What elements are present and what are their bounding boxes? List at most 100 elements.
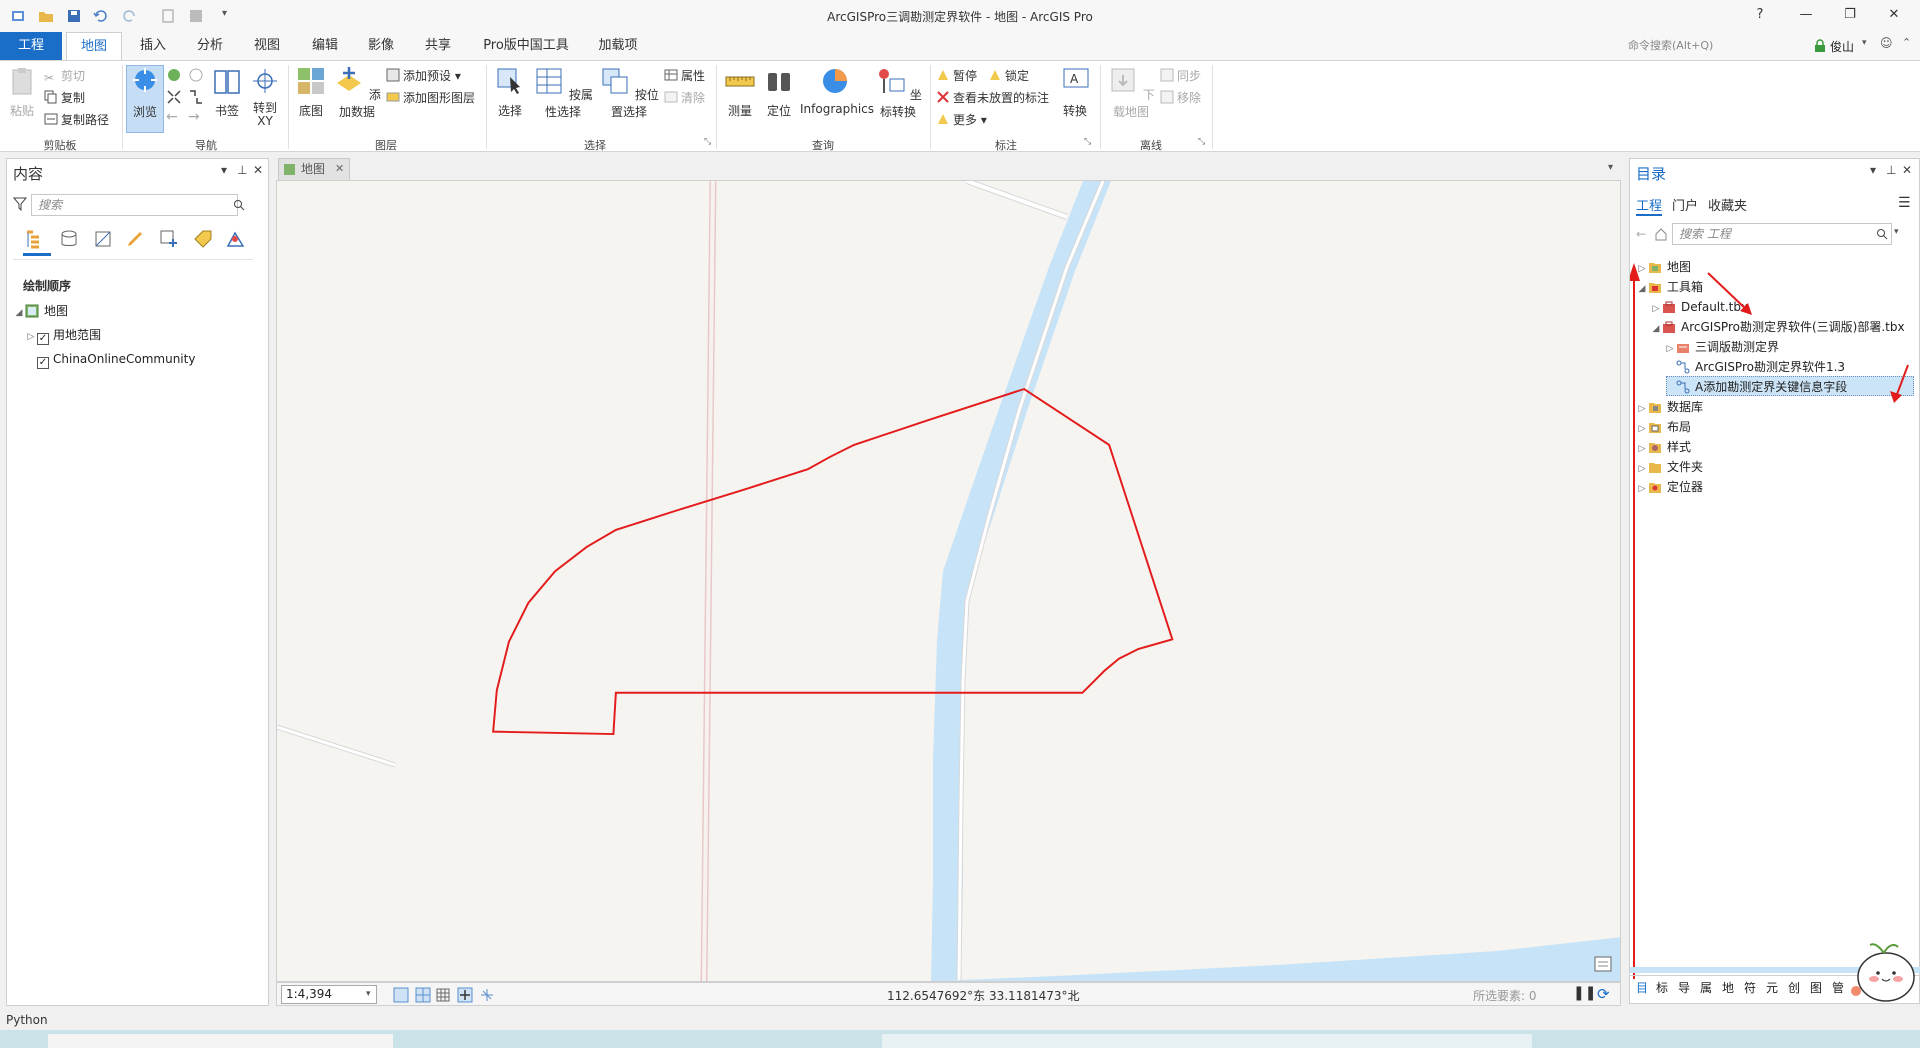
tab-view[interactable]: 视图 bbox=[240, 32, 294, 60]
pause-drawing-icon[interactable]: ❚❚ bbox=[1573, 985, 1596, 1001]
sync-button[interactable]: 同步 bbox=[1160, 67, 1201, 85]
tab-pro-china-tools[interactable]: Pro版中国工具 bbox=[474, 32, 578, 60]
lock-labels-button[interactable]: 锁定 bbox=[988, 67, 1029, 85]
coordinate-format-dropdown-icon[interactable]: ⌄ bbox=[1069, 986, 1078, 999]
help-button[interactable]: ? bbox=[1750, 6, 1770, 24]
dialog-launcher-icon[interactable]: ⤡ bbox=[1198, 137, 1205, 147]
constraints-tool-icon[interactable] bbox=[479, 987, 495, 1003]
bottom-tab-graphics[interactable]: 图 bbox=[1810, 979, 1822, 996]
convert-coordinates-button[interactable]: 坐标转换 bbox=[872, 65, 924, 120]
clear-selection-button[interactable]: 清除 bbox=[664, 89, 705, 107]
labeling-view-icon[interactable] bbox=[193, 229, 213, 249]
close-pane-icon[interactable]: ✕ bbox=[253, 163, 263, 177]
restore-button[interactable]: ❐ bbox=[1840, 6, 1860, 24]
measure-button[interactable]: 测量 bbox=[722, 65, 758, 119]
snapping-view-icon[interactable] bbox=[159, 229, 179, 249]
map-canvas[interactable] bbox=[277, 181, 1621, 982]
more-labeling-button[interactable]: 更多 ▾ bbox=[936, 111, 987, 129]
tab-project[interactable]: 工程 bbox=[0, 32, 62, 60]
scale-dropdown[interactable]: 1:4,394 ▾ bbox=[281, 985, 377, 1004]
snapping-tool-icon[interactable] bbox=[457, 987, 473, 1003]
bottom-tab-create[interactable]: 创 bbox=[1788, 979, 1800, 996]
catalog-tab-portal[interactable]: 门户 bbox=[1672, 195, 1698, 214]
catalog-menu-icon[interactable]: ☰ bbox=[1898, 195, 1911, 211]
basemap-button[interactable]: 底图 bbox=[294, 65, 328, 119]
goto-xy-button[interactable]: 转到 XY bbox=[248, 65, 282, 128]
search-options-icon[interactable]: ▾ bbox=[1894, 227, 1899, 237]
tree-item-basemap-layer[interactable]: ✓ ChinaOnlineCommunity bbox=[25, 349, 195, 369]
add-data-button[interactable]: 添加数据 bbox=[332, 65, 382, 120]
tab-insert[interactable]: 插入 bbox=[126, 32, 180, 60]
tab-map[interactable]: 地图 bbox=[66, 32, 122, 60]
selection-view-icon[interactable] bbox=[93, 229, 113, 249]
dialog-launcher-icon[interactable]: ⤡ bbox=[1084, 137, 1091, 147]
bottom-tab-element[interactable]: 元 bbox=[1766, 979, 1778, 996]
expand-chevron-icon[interactable]: ◢ bbox=[13, 303, 25, 323]
paste-button[interactable]: 粘贴 bbox=[6, 65, 38, 119]
explore-button[interactable]: 浏览 bbox=[126, 65, 164, 133]
taskbar-window[interactable] bbox=[48, 1034, 393, 1048]
add-preset-button[interactable]: 添加预设 ▾ bbox=[386, 67, 461, 85]
user-name[interactable]: 俊山 bbox=[1830, 38, 1854, 55]
collapse-chevron-icon[interactable]: ▷ bbox=[25, 327, 37, 347]
selected-features-count[interactable]: 所选要素: 0 bbox=[1473, 987, 1537, 1004]
cut-button[interactable]: ✂ 剪切 bbox=[44, 67, 85, 85]
layer-visibility-checkbox[interactable]: ✓ bbox=[37, 333, 49, 345]
bottom-tab-symbology[interactable]: 标 bbox=[1656, 979, 1668, 996]
tree-item-layer[interactable]: ▷ ✓ 用地范围 bbox=[25, 325, 101, 345]
bottom-tab-map[interactable]: 地 bbox=[1722, 979, 1734, 996]
back-arrow-icon[interactable]: ← bbox=[166, 109, 178, 125]
contents-search-input[interactable]: 搜索 bbox=[31, 194, 238, 216]
download-map-button[interactable]: 下载地图 bbox=[1106, 65, 1156, 120]
view-unplaced-labels-button[interactable]: 查看未放置的标注 bbox=[936, 89, 1049, 107]
pause-labeling-button[interactable]: 暂停 bbox=[936, 67, 977, 85]
tab-map-view[interactable]: 地图 ✕ bbox=[278, 158, 350, 180]
command-search-input[interactable]: 命令搜索(Alt+Q) bbox=[1608, 36, 1808, 56]
table-tool-icon[interactable] bbox=[435, 987, 451, 1003]
pin-icon[interactable]: ⊥ bbox=[1886, 163, 1896, 177]
tab-overflow-icon[interactable]: ▾ bbox=[1608, 162, 1613, 173]
previous-extent-icon[interactable] bbox=[188, 67, 204, 83]
bottom-tab-symbols[interactable]: 符 bbox=[1744, 979, 1756, 996]
smiley-icon[interactable]: ☺ bbox=[1880, 36, 1893, 50]
bookmarks-button[interactable]: 书签 bbox=[210, 65, 244, 119]
taskbar-window[interactable] bbox=[882, 1034, 1532, 1048]
data-source-icon[interactable] bbox=[59, 229, 79, 249]
charts-view-icon[interactable] bbox=[225, 229, 247, 249]
close-pane-icon[interactable]: ✕ bbox=[1902, 163, 1912, 177]
tab-share[interactable]: 共享 bbox=[410, 32, 466, 60]
scale-dropdown-chevron-icon[interactable]: ▾ bbox=[366, 986, 371, 1003]
zoom-in-fixed-icon[interactable] bbox=[166, 89, 182, 105]
pin-icon[interactable]: ⊥ bbox=[237, 163, 247, 177]
full-extent-icon[interactable] bbox=[166, 67, 182, 83]
select-button[interactable]: 选择 bbox=[492, 65, 528, 119]
tab-edit[interactable]: 编辑 bbox=[298, 32, 352, 60]
catalog-tab-favorites[interactable]: 收藏夹 bbox=[1708, 195, 1747, 214]
map-overview-icon[interactable] bbox=[1593, 955, 1613, 973]
tab-addins[interactable]: 加载项 bbox=[588, 32, 648, 60]
tree-item-map[interactable]: ◢ 地图 bbox=[13, 301, 68, 321]
dialog-launcher-icon[interactable]: ⤡ bbox=[704, 137, 711, 147]
close-tab-icon[interactable]: ✕ bbox=[335, 159, 344, 179]
grid-tool-icon[interactable] bbox=[415, 987, 431, 1003]
select-by-attributes-button[interactable]: 按属性选择 bbox=[532, 65, 594, 120]
infographics-button[interactable]: Infographics bbox=[800, 65, 874, 116]
copy-button[interactable]: 复制 bbox=[44, 89, 85, 107]
pane-menu-icon[interactable]: ▾ bbox=[221, 163, 227, 177]
tab-imagery[interactable]: 影像 bbox=[354, 32, 408, 60]
forward-arrow-icon[interactable]: → bbox=[188, 109, 200, 125]
pane-menu-icon[interactable]: ▾ bbox=[1870, 163, 1876, 177]
copy-path-button[interactable]: 复制路径 bbox=[44, 111, 109, 129]
add-graphics-layer-button[interactable]: 添加图形图层 bbox=[386, 89, 475, 107]
map-view[interactable] bbox=[276, 180, 1621, 982]
locate-button[interactable]: 定位 bbox=[762, 65, 796, 119]
collapse-ribbon-icon[interactable]: ⌃ bbox=[1902, 36, 1911, 49]
bottom-tab-geoprocessing[interactable]: 导 bbox=[1678, 979, 1690, 996]
user-dropdown-icon[interactable]: ▾ bbox=[1862, 38, 1867, 48]
remove-offline-button[interactable]: 移除 bbox=[1160, 89, 1201, 107]
refresh-icon[interactable]: ⟳ bbox=[1597, 985, 1610, 1003]
minimize-button[interactable]: — bbox=[1796, 6, 1816, 24]
select-by-location-button[interactable]: 按位置选择 bbox=[598, 65, 660, 120]
drawing-order-icon[interactable] bbox=[25, 229, 45, 249]
bottom-tab-manage[interactable]: 管 bbox=[1832, 979, 1844, 996]
